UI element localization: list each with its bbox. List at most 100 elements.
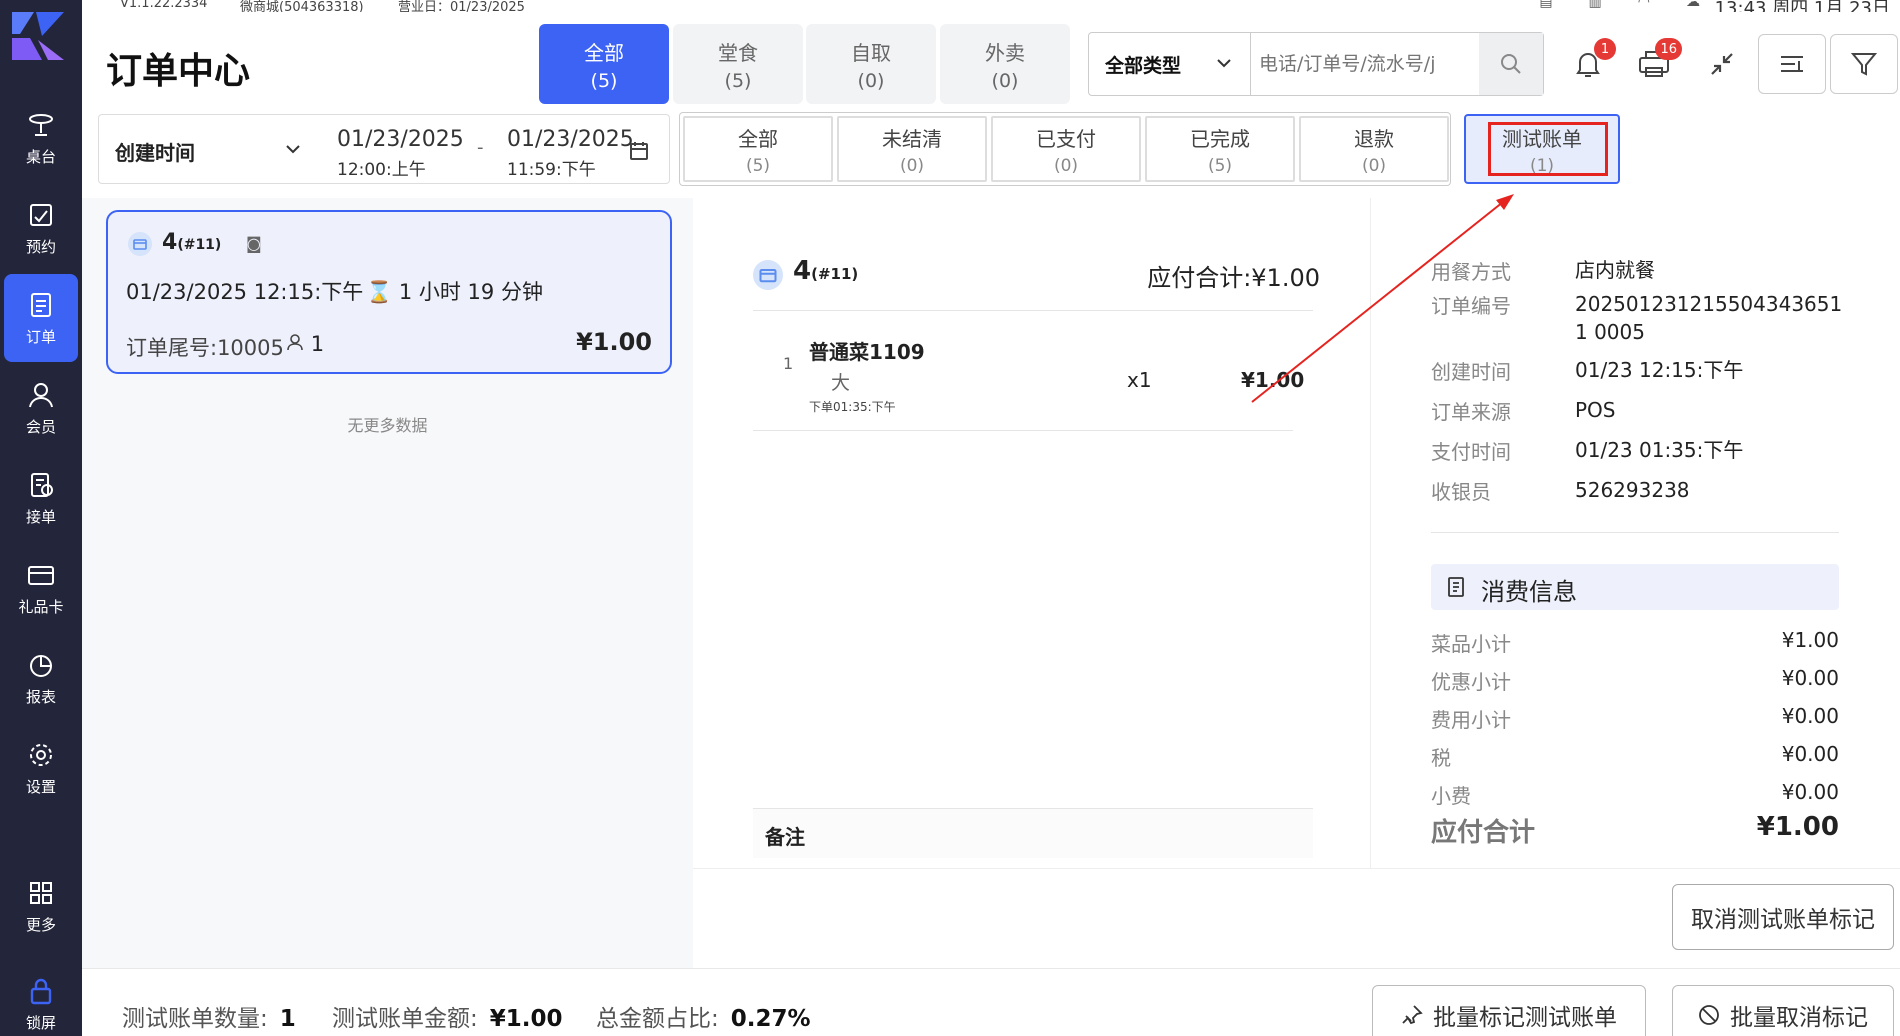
info-value: 01/23 01:35:下午 [1575, 438, 1744, 462]
consume-total-value: ¥1.00 [1756, 812, 1839, 842]
consume-value: ¥0.00 [1781, 704, 1839, 728]
batch-mark-label: 批量标记测试账单 [1433, 1005, 1617, 1031]
stat-value: ¥1.00 [489, 1006, 563, 1032]
sidebar-label: 会员 [25, 417, 56, 436]
item-order-time: 下单01:35:下午 [809, 400, 896, 414]
tab-all[interactable]: 全部 (5) [539, 24, 669, 104]
notification-button[interactable]: 1 [1568, 38, 1616, 84]
tab-count: (5) [590, 69, 618, 92]
page-title: 订单中心 [106, 51, 251, 92]
consume-key: 费用小计 [1431, 708, 1511, 732]
sidebar-item-more[interactable]: 更多 [0, 862, 82, 950]
tab-count: (0) [1361, 155, 1387, 176]
info-value: 店内就餐 [1575, 258, 1655, 282]
status-tab-all[interactable]: 全部 (5) [683, 116, 833, 182]
order-type-select[interactable]: 全部类型 [1089, 33, 1251, 95]
cancel-test-mark-button[interactable]: 取消测试账单标记 [1672, 884, 1894, 950]
status-tab-unsettled[interactable]: 未结清 (0) [837, 116, 987, 182]
search-input[interactable] [1259, 45, 1459, 83]
sidebar-item-orders[interactable]: 订单 [4, 274, 78, 362]
sort-button[interactable] [1758, 34, 1826, 94]
tab-count: (0) [1053, 155, 1079, 176]
tab-delivery[interactable]: 外卖 (0) [940, 24, 1070, 104]
stat-label: 测试账单金额: [332, 1006, 478, 1032]
info-key: 订单来源 [1431, 400, 1511, 424]
divider [753, 310, 1313, 311]
sidebar-item-reservations[interactable]: 预约 [0, 184, 82, 272]
consume-key: 优惠小计 [1431, 670, 1511, 694]
calendar-icon [630, 142, 648, 160]
batch-mark-button[interactable]: 批量标记测试账单 [1372, 985, 1646, 1036]
app-version: V1.1.22.2334 [120, 0, 208, 11]
batch-cancel-label: 批量取消标记 [1730, 1005, 1868, 1031]
order-type-select-label: 全部类型 [1105, 54, 1182, 77]
sidebar-item-tables[interactable]: 桌台 [0, 94, 82, 182]
start-date: 01/23/2025 [337, 127, 464, 152]
card-people: 1 [286, 332, 324, 356]
pin-icon [1402, 1005, 1423, 1025]
lock-icon [30, 978, 52, 1004]
sidebar-item-lock[interactable]: 锁屏 [0, 960, 82, 1036]
tab-count: (0) [857, 69, 885, 92]
info-key: 收银员 [1431, 480, 1491, 504]
tab-label: 未结清 [882, 126, 942, 151]
ban-icon [1699, 1005, 1719, 1025]
status-tab-refund[interactable]: 退款 (0) [1299, 116, 1449, 182]
sidebar-item-accept[interactable]: 接单 [0, 454, 82, 542]
end-time: 11:59:下午 [507, 160, 596, 180]
sidebar-item-reports[interactable]: 报表 [0, 634, 82, 722]
tab-count: (0) [991, 69, 1019, 92]
sidebar-label: 桌台 [25, 147, 56, 166]
reservation-icon [30, 203, 52, 226]
info-value: 2025012312155043436511 0005 [1575, 292, 1843, 344]
tab-count: (0) [899, 155, 925, 176]
date-range-filter[interactable]: 创建时间 01/23/2025 12:00:上午 - 01/23/2025 11… [98, 114, 670, 184]
table-lamp-icon [29, 113, 53, 136]
tab-count: (5) [1207, 155, 1233, 176]
consume-total-key: 应付合计 [1431, 818, 1536, 848]
printer-icon: ▥ [1588, 0, 1602, 10]
status-tab-paid[interactable]: 已支付 (0) [991, 116, 1141, 182]
table-number: 4 [793, 256, 812, 286]
item-index: 1 [783, 354, 794, 373]
divider [1431, 532, 1839, 533]
search-button[interactable] [1479, 33, 1543, 95]
accept-order-icon [31, 472, 53, 497]
store-icon [753, 260, 783, 290]
status-tab-completed[interactable]: 已完成 (5) [1145, 116, 1295, 182]
order-card[interactable]: 4(#11) ◙ 01/23/2025 12:15:下午 ⌛ 1 小时 19 分… [106, 210, 672, 374]
sheet-icon: ▤ [1539, 0, 1553, 10]
sidebar: 桌台 预约 订单 会员 接单 礼品卡 报表 设置 更多 锁屏 [0, 0, 82, 1036]
order-sequence: (#11) [177, 237, 222, 253]
date-type-label: 创建时间 [115, 141, 195, 165]
tab-count: (5) [745, 155, 771, 176]
order-icon [31, 292, 51, 317]
sidebar-item-giftcard[interactable]: 礼品卡 [0, 544, 82, 632]
people-count: 1 [310, 332, 325, 356]
consume-key: 税 [1431, 746, 1451, 770]
chevron-down-icon [286, 145, 300, 154]
annotation-highlight-box [1488, 122, 1608, 176]
item-name: 普通菜1109 [809, 340, 925, 364]
tab-pickup[interactable]: 自取 (0) [806, 24, 936, 104]
divider [753, 430, 1293, 431]
card-duration: ⌛ 1 小时 19 分钟 [366, 276, 543, 306]
collapse-button[interactable] [1702, 44, 1742, 84]
batch-cancel-button[interactable]: 批量取消标记 [1672, 985, 1894, 1036]
info-value: POS [1575, 398, 1616, 422]
stat-label: 测试账单数量: [122, 1006, 268, 1032]
card-amount: ¥1.00 [576, 328, 652, 356]
print-queue-button[interactable]: 16 [1634, 38, 1682, 84]
start-time: 12:00:上午 [337, 160, 426, 180]
status-tabs: 全部 (5) 未结清 (0) 已支付 (0) 已完成 (5) 退款 (0) [679, 112, 1451, 186]
filter-button[interactable] [1830, 34, 1898, 94]
sidebar-item-members[interactable]: 会员 [0, 364, 82, 452]
consume-value: ¥0.00 [1781, 780, 1839, 804]
collapse-arrows-icon [1711, 53, 1733, 75]
item-price: ¥1.00 [1241, 368, 1305, 392]
date-separator: - [477, 137, 484, 158]
app-logo [12, 12, 64, 60]
tab-dine-in[interactable]: 堂食 (5) [673, 24, 803, 104]
report-icon [30, 654, 52, 677]
sidebar-item-settings[interactable]: 设置 [0, 724, 82, 812]
